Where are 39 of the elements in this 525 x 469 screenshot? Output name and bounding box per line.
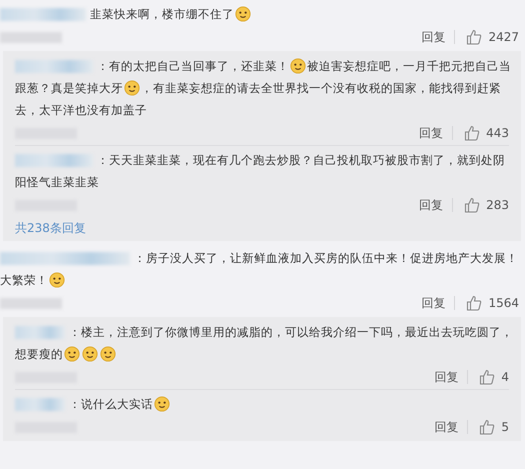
comment-text: 去，太平洋也没有加盖子 xyxy=(15,102,147,118)
reply-link[interactable]: 回复 xyxy=(419,198,454,212)
thumbs-up-icon[interactable] xyxy=(479,369,496,385)
thumbs-up-icon[interactable] xyxy=(464,125,480,141)
emoji-icon xyxy=(100,346,116,362)
thumbs-up-icon[interactable] xyxy=(466,295,482,311)
emoji-icon xyxy=(154,396,170,412)
thumbs-up-icon[interactable] xyxy=(466,29,482,45)
comment-text: ：楼主，注意到了你微博里用的减脂的，可以给我介绍一下吗，最近出去玩吃圆了， xyxy=(69,324,513,340)
like-count: 1564 xyxy=(488,296,519,310)
like-count: 5 xyxy=(501,420,509,434)
reply-link[interactable]: 回复 xyxy=(421,296,456,310)
emoji-icon xyxy=(235,6,251,22)
comment-text: 想要瘦的 xyxy=(15,346,63,362)
comment-text: ：说什么大实话 xyxy=(69,396,153,412)
like-count: 283 xyxy=(486,198,509,212)
like-count: 4 xyxy=(501,370,509,384)
reply-link[interactable]: 回复 xyxy=(419,126,454,140)
comment-text: 大繁荣！ xyxy=(0,272,48,288)
emoji-icon xyxy=(82,346,98,362)
comment-text: ：天天韭菜韭菜，现在有几个跑去炒股？自己投机取巧被股市割了，就到处阴 xyxy=(97,152,505,168)
emoji-icon xyxy=(124,80,140,96)
like-count: 443 xyxy=(486,126,509,140)
thumbs-up-icon[interactable] xyxy=(479,419,496,435)
reply-link[interactable]: 回复 xyxy=(421,30,456,44)
like-count: 2427 xyxy=(488,30,519,44)
comment-text: 韭菜快来啊，楼市绷不住了 xyxy=(90,6,234,22)
comment-text: ，有韭菜妄想症的请去全世界找一个没有收税的国家，能找得到赶紧 xyxy=(141,80,501,96)
thumbs-up-icon[interactable] xyxy=(464,197,480,213)
comment-text: ：有的太把自己当回事了，还韭菜！ xyxy=(97,58,289,74)
reply-link[interactable]: 回复 xyxy=(434,370,468,384)
comment-text: ：房子没人买了，让新鲜血液加入买房的队伍中来！促进房地产大发展！ xyxy=(134,250,518,266)
emoji-icon xyxy=(49,272,65,288)
reply-link[interactable]: 回复 xyxy=(434,420,468,434)
comment-text: 被迫害妄想症吧，一月千把元把自己当 xyxy=(307,58,511,74)
comment-text: 跟葱？真是笑掉大牙 xyxy=(15,80,123,96)
emoji-icon xyxy=(64,346,80,362)
comment-text: 阳怪气韭菜韭菜 xyxy=(15,174,99,190)
emoji-icon xyxy=(290,58,306,74)
